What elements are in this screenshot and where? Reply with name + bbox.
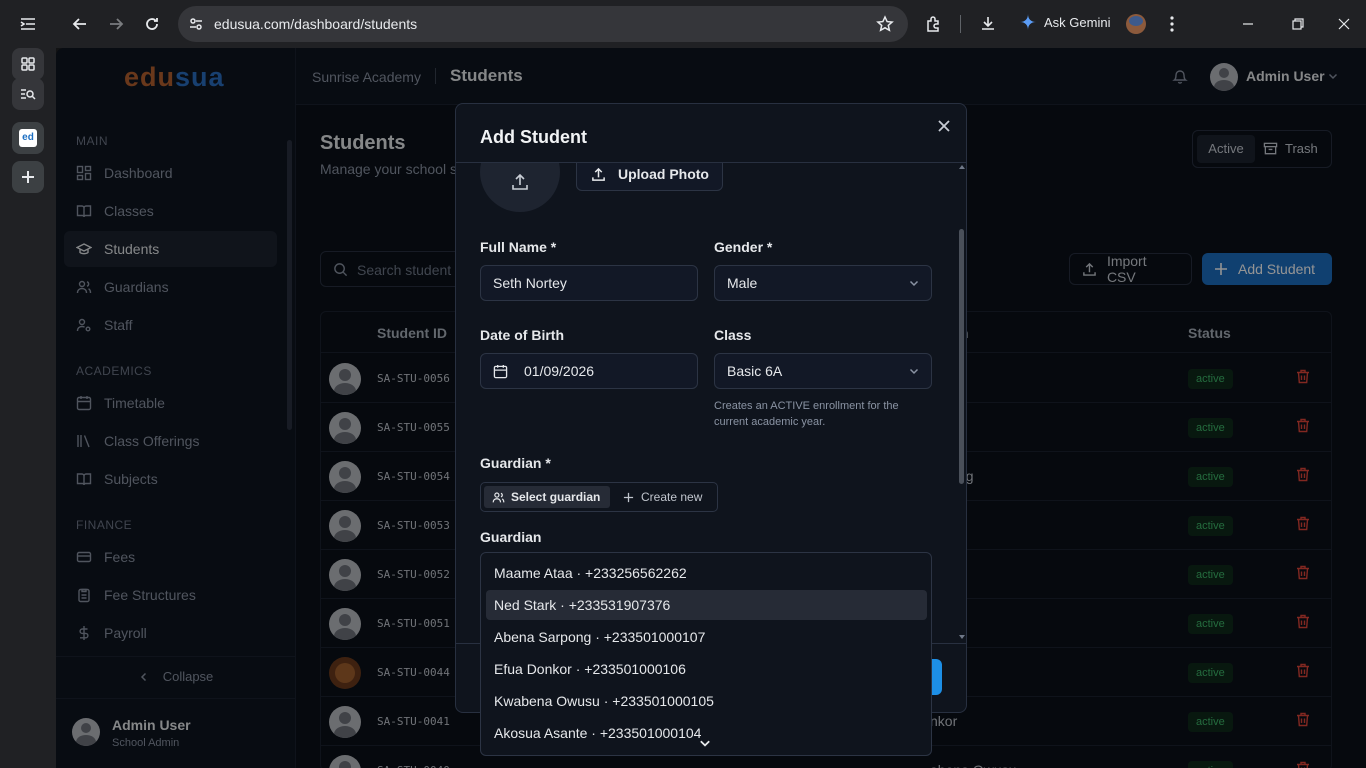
- reload-icon[interactable]: [140, 12, 164, 36]
- tab-search-icon[interactable]: [12, 78, 44, 110]
- chevron-down-icon: [909, 368, 919, 375]
- select-guardian-tab[interactable]: Select guardian: [484, 486, 610, 508]
- chrome-menu-icon[interactable]: [1160, 12, 1184, 36]
- gemini-sparkle-icon: [1020, 14, 1036, 30]
- ask-gemini-button[interactable]: Ask Gemini: [1020, 14, 1110, 30]
- new-tab-button[interactable]: [12, 161, 44, 193]
- dob-label: Date of Birth: [480, 327, 564, 343]
- browser-side-rail: ed: [0, 0, 56, 768]
- class-select[interactable]: Basic 6A: [714, 353, 932, 389]
- ask-gemini-label: Ask Gemini: [1044, 14, 1111, 30]
- upload-photo-button[interactable]: Upload Photo: [576, 163, 723, 191]
- full-name-input[interactable]: Seth Nortey: [480, 265, 698, 301]
- bookmark-star-icon[interactable]: [876, 15, 894, 33]
- photo-placeholder[interactable]: [480, 163, 560, 212]
- users-icon: [492, 491, 505, 502]
- guardian-dropdown: Maame Ataa · +233256562262 Ned Stark · +2…: [480, 552, 932, 756]
- gender-select[interactable]: Male: [714, 265, 932, 301]
- restore-icon[interactable]: [1286, 12, 1310, 36]
- class-hint: Creates an ACTIVE enrollment for the cur…: [714, 400, 899, 428]
- dob-input[interactable]: 01/09/2026: [480, 353, 698, 389]
- url-text: edusua.com/dashboard/students: [214, 16, 418, 32]
- back-icon[interactable]: [68, 12, 92, 36]
- upload-icon: [510, 172, 530, 192]
- create-new-tab[interactable]: Create new: [623, 490, 702, 504]
- browser-toolbar: edusua.com/dashboard/students Ask Gemini: [56, 0, 1366, 48]
- toolbar-divider: [960, 15, 961, 33]
- profile-avatar[interactable]: [1126, 14, 1146, 34]
- close-icon[interactable]: [938, 120, 950, 132]
- chevron-down-icon: [909, 280, 919, 287]
- full-name-label: Full Name *: [480, 239, 557, 255]
- tab-favicon-edusua[interactable]: ed: [12, 122, 44, 154]
- close-window-icon[interactable]: [1332, 12, 1356, 36]
- plus-icon: [623, 492, 634, 502]
- edusua-favicon: ed: [19, 129, 37, 147]
- guardian-label: Guardian *: [480, 455, 551, 471]
- guardian-option[interactable]: Abena Sarpong · +233501000107: [486, 622, 927, 652]
- guardian-option[interactable]: Ned Stark · +233531907376: [486, 590, 927, 620]
- address-bar[interactable]: edusua.com/dashboard/students: [178, 6, 908, 42]
- modal-title: Add Student: [480, 127, 587, 147]
- class-label: Class: [714, 327, 752, 343]
- upload-icon: [592, 167, 605, 181]
- modal-scrollbar[interactable]: [956, 163, 966, 643]
- guardian-mode-toggle: Select guardian Create new: [480, 482, 718, 512]
- calendar-icon: [493, 364, 508, 378]
- scroll-down-chevron-icon[interactable]: [699, 737, 711, 749]
- guardian-option[interactable]: Kwabena Owusu · +233501000105: [486, 686, 927, 716]
- minimize-icon[interactable]: [1236, 12, 1260, 36]
- guardian-option[interactable]: Efua Donkor · +233501000106: [486, 654, 927, 684]
- forward-icon[interactable]: [104, 12, 128, 36]
- download-icon[interactable]: [976, 12, 1000, 36]
- sidebar-toggle-icon[interactable]: [12, 8, 44, 40]
- gender-label: Gender *: [714, 239, 773, 255]
- site-info-icon[interactable]: [188, 16, 204, 32]
- guardian-option[interactable]: Maame Ataa · +233256562262: [486, 558, 927, 588]
- extensions-icon[interactable]: [922, 12, 946, 36]
- guardian-select-label: Guardian: [480, 529, 542, 545]
- tab-groups-icon[interactable]: [12, 48, 44, 80]
